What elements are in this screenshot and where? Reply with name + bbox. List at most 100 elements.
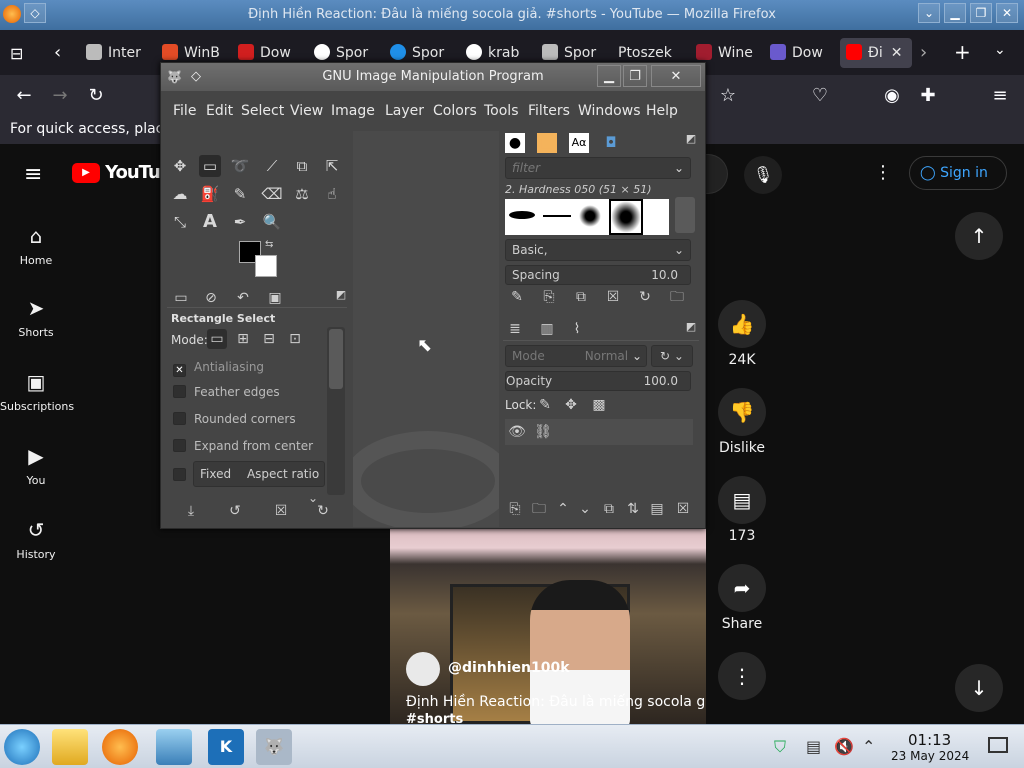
swap-colors-icon[interactable]: ⇆ [265, 239, 273, 250]
new-layer-icon[interactable]: ⎘ [505, 499, 525, 519]
rect-select-tool-icon[interactable]: ▭ [199, 155, 221, 177]
patterns-tab-icon[interactable]: ■ [537, 133, 557, 153]
transform-tool-icon[interactable]: ⇱ [321, 155, 343, 177]
brush-filter-input[interactable]: filter ⌄ [505, 157, 691, 179]
menu-filters[interactable]: Filters [528, 103, 570, 119]
scroll-tabs-right-icon[interactable]: › [920, 42, 927, 63]
channel-name[interactable]: @dinhhien100k [448, 660, 570, 676]
layers-tab-icon[interactable]: ≣ [505, 319, 525, 339]
tab-active-youtube[interactable]: Đi ✕ [840, 38, 912, 68]
forward-button[interactable]: → [48, 84, 72, 108]
spacing-slider[interactable]: Spacing 10.0 [505, 265, 691, 285]
scroll-down-button[interactable]: ↓ [955, 664, 1003, 712]
menu-tools[interactable]: Tools [484, 103, 519, 119]
tab-1[interactable]: Inter [86, 38, 148, 68]
sign-in-button[interactable]: ◯ Sign in [909, 156, 1007, 190]
lasso-tool-icon[interactable]: ➰ [229, 155, 251, 177]
tray-clipboard-icon[interactable]: ▤ [806, 737, 821, 756]
brush-grid[interactable] [505, 199, 669, 235]
sidebar-item-you[interactable]: ▶ You [0, 444, 72, 487]
share-button[interactable]: ➦ [718, 564, 766, 612]
duplicate-layer-icon[interactable]: ⧉ [599, 499, 619, 519]
account-icon[interactable]: ◉ [880, 84, 904, 108]
option-fixed[interactable] [173, 468, 194, 482]
device-status-tab-icon[interactable]: ⊘ [201, 288, 221, 308]
microphone-icon[interactable]: 🎙 [744, 156, 782, 194]
warp-tool-icon[interactable]: ☁ [169, 183, 191, 205]
image-canvas-area[interactable] [353, 131, 499, 527]
more-options-icon[interactable]: ⋮ [874, 162, 892, 183]
start-menu-icon[interactable] [4, 729, 40, 765]
maximize-button[interactable]: ❐ [970, 3, 992, 23]
menu-image[interactable]: Image [331, 103, 375, 119]
close-tab-icon[interactable]: ✕ [891, 45, 903, 61]
video-hashtag[interactable]: #shorts [406, 712, 463, 724]
images-tab-icon[interactable]: ▣ [265, 288, 285, 308]
smudge-tool-icon[interactable]: ☝ [321, 183, 343, 205]
menu-help[interactable]: Help [646, 103, 678, 119]
fonts-tab-icon[interactable]: Aα [569, 133, 589, 153]
brush-thumb-3[interactable] [579, 205, 601, 227]
clock-date[interactable]: 23 May 2024 [891, 749, 969, 763]
refresh-brushes-icon[interactable]: ↻ [635, 287, 655, 307]
mode-add-icon[interactable]: ⊞ [233, 329, 253, 349]
clock-time[interactable]: 01:13 [908, 731, 951, 749]
file-manager-icon[interactable] [52, 729, 88, 765]
restore-options-icon[interactable]: ↺ [225, 501, 245, 521]
bucket-fill-tool-icon[interactable]: ⛽ [199, 183, 221, 205]
text-tool-icon[interactable]: A [199, 211, 221, 233]
brushes-tab-icon[interactable]: ● [505, 133, 525, 153]
layer-mask-icon[interactable]: ▤ [647, 499, 667, 519]
zoom-tool-icon[interactable]: 🔍 [261, 211, 283, 233]
minimize-button[interactable]: ▁ [944, 3, 966, 23]
fixed-select[interactable]: Fixed Aspect ratio ⌄ [193, 461, 325, 505]
option-expand-from-center[interactable]: Expand from center [173, 439, 313, 453]
chain-link-icon[interactable]: ⛓ [533, 422, 553, 442]
anchor-layer-icon[interactable]: ⇅ [623, 499, 643, 519]
tab-manager-icon[interactable]: ⊟ [10, 44, 23, 63]
app-menu-icon[interactable]: ≡ [988, 84, 1012, 108]
option-feather-edges[interactable]: Feather edges [173, 385, 280, 399]
sidebar-item-home[interactable]: ⌂ Home [0, 224, 72, 267]
duplicate-brush-icon[interactable]: ⧉ [571, 287, 591, 307]
gimp-taskbar-icon[interactable]: 🐺 [256, 729, 292, 765]
gimp-minimize-button[interactable]: ▁ [597, 65, 621, 87]
extensions-icon[interactable]: ✚ [916, 84, 940, 108]
clone-tool-icon[interactable]: ⚖ [291, 183, 313, 205]
tray-expand-icon[interactable]: ⌃ [862, 737, 875, 756]
bookmark-star-icon[interactable]: ☆ [716, 84, 740, 108]
menu-colors[interactable]: Colors [433, 103, 477, 119]
fixed-checkbox[interactable] [173, 468, 186, 481]
menu-layer[interactable]: Layer [385, 103, 424, 119]
delete-brush-icon[interactable]: ☒ [603, 287, 623, 307]
color-picker-tool-icon[interactable]: ✒ [229, 211, 251, 233]
brush-thumb-2[interactable] [543, 215, 571, 217]
paths-tab-icon[interactable]: ⌇ [567, 319, 587, 339]
visibility-eye-icon[interactable]: 👁 [507, 422, 527, 442]
channel-avatar[interactable] [406, 652, 440, 686]
move-tool-icon[interactable]: ✥ [169, 155, 191, 177]
menu-file[interactable]: File [173, 103, 196, 119]
lock-position-icon[interactable]: ✥ [561, 395, 581, 415]
comments-button[interactable]: ▤ [718, 476, 766, 524]
back-button[interactable]: ← [12, 84, 36, 108]
tool-options-tab-icon[interactable]: ▭ [171, 288, 191, 308]
tray-volume-muted-icon[interactable]: 🔇 [834, 737, 854, 756]
pocket-icon[interactable]: ♡ [808, 84, 832, 108]
show-desktop-icon[interactable] [988, 737, 1008, 753]
sidebar-item-shorts[interactable]: ➤ Shorts [0, 296, 72, 339]
mode-replace-icon[interactable]: ▭ [207, 329, 227, 349]
menu-edit[interactable]: Edit [206, 103, 233, 119]
menu-view[interactable]: View [290, 103, 323, 119]
feather-edges-checkbox[interactable] [173, 385, 186, 398]
brush-preset-select[interactable]: Basic, ⌄ [505, 239, 691, 261]
tab-10[interactable]: Dow [770, 38, 832, 68]
layers-list[interactable]: 👁 ⛓ [505, 419, 693, 445]
tool-options-scrollbar-thumb[interactable] [329, 329, 343, 389]
delete-options-icon[interactable]: ☒ [271, 501, 291, 521]
brush-thumb-4-selected[interactable] [609, 199, 643, 235]
gimp-close-button[interactable]: ✕ [651, 65, 701, 87]
raise-layer-icon[interactable]: ⌃ [553, 499, 573, 519]
dislike-button[interactable]: 👎 [718, 388, 766, 436]
tool-options-scrollbar[interactable] [327, 327, 345, 495]
